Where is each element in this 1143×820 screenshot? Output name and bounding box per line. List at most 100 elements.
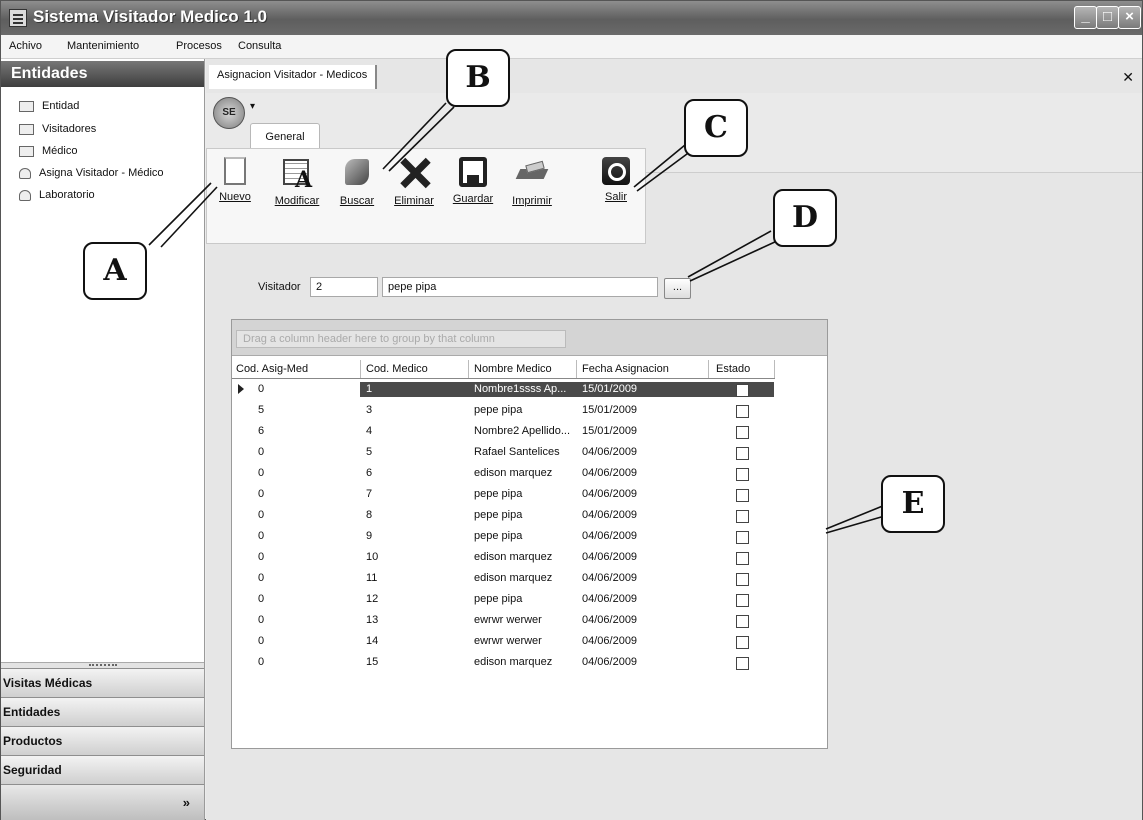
cell-cod-asig-med[interactable]: 0 [258,635,264,647]
cell-cod-asig-med[interactable]: 0 [258,446,264,458]
close-tab-icon[interactable]: ✕ [1122,69,1134,86]
cell-cod-medico[interactable]: 14 [366,635,378,647]
cell-fecha-asignacion[interactable]: 04/06/2009 [582,593,637,605]
sidebar-item-asigna-visitador-medico[interactable]: Asigna Visitador - Médico [19,167,164,185]
estado-checkbox[interactable] [736,384,749,397]
cell-nombre-medico[interactable]: ewrwr werwer [474,614,574,626]
cell-cod-asig-med[interactable]: 0 [258,488,264,500]
cell-cod-medico[interactable]: 5 [366,446,372,458]
cell-fecha-asignacion[interactable]: 04/06/2009 [582,509,637,521]
cell-fecha-asignacion[interactable]: 04/06/2009 [582,551,637,563]
cell-fecha-asignacion[interactable]: 04/06/2009 [582,467,637,479]
estado-checkbox[interactable] [736,657,749,670]
column-header-cod-medico[interactable]: Cod. Medico [366,363,428,375]
eliminar-button[interactable]: Eliminar [391,157,437,217]
cell-nombre-medico[interactable]: ewrwr werwer [474,635,574,647]
cell-cod-asig-med[interactable]: 0 [258,530,264,542]
cell-nombre-medico[interactable]: Nombre2 Apellido... [474,425,574,437]
cell-fecha-asignacion[interactable]: 04/06/2009 [582,635,637,647]
cell-cod-medico[interactable]: 8 [366,509,372,521]
cell-nombre-medico[interactable]: edison marquez [474,572,574,584]
tab-general[interactable]: General [250,123,320,149]
cell-cod-asig-med[interactable]: 0 [258,509,264,521]
estado-checkbox[interactable] [736,615,749,628]
table-row[interactable]: 5 3 pepe pipa 15/01/2009 [232,402,775,420]
cell-cod-medico[interactable]: 11 [366,572,377,584]
sidebar-item-medico[interactable]: Médico [19,145,77,163]
group-entidades[interactable]: Entidades [1,697,204,726]
cell-cod-medico[interactable]: 13 [366,614,378,626]
estado-checkbox[interactable] [736,531,749,544]
cell-nombre-medico[interactable]: pepe pipa [474,593,574,605]
sidebar-item-laboratorio[interactable]: Laboratorio [19,189,95,207]
sidebar-item-entidad[interactable]: Entidad [19,100,79,118]
menu-mantenimiento[interactable]: Mantenimiento [67,40,139,52]
estado-checkbox[interactable] [736,405,749,418]
cell-nombre-medico[interactable]: edison marquez [474,551,574,563]
minimize-button[interactable]: _ [1074,6,1097,29]
cell-cod-medico[interactable]: 9 [366,530,372,542]
cell-cod-medico[interactable]: 6 [366,467,372,479]
cell-fecha-asignacion[interactable]: 04/06/2009 [582,614,637,626]
salir-button[interactable]: Salir [599,157,633,217]
cell-fecha-asignacion[interactable]: 04/06/2009 [582,446,637,458]
visitador-lookup-button[interactable]: ... [664,278,691,299]
cell-fecha-asignacion[interactable]: 04/06/2009 [582,656,637,668]
cell-fecha-asignacion[interactable]: 15/01/2009 [582,425,637,437]
table-row[interactable]: 0 15 edison marquez 04/06/2009 [232,654,775,672]
table-row[interactable]: 0 6 edison marquez 04/06/2009 [232,465,775,483]
group-visitas-medicas[interactable]: Visitas Médicas [1,668,204,697]
table-row[interactable]: 0 1 Nombre1ssss Ap... 15/01/2009 [232,381,775,399]
estado-checkbox[interactable] [736,426,749,439]
cell-cod-medico[interactable]: 7 [366,488,372,500]
visitador-code-field[interactable]: 2 [310,277,378,297]
group-by-panel[interactable]: Drag a column header here to group by th… [232,320,827,356]
cell-cod-medico[interactable]: 3 [366,404,372,416]
cell-nombre-medico[interactable]: edison marquez [474,656,574,668]
cell-cod-asig-med[interactable]: 0 [258,551,264,563]
estado-checkbox[interactable] [736,510,749,523]
cell-nombre-medico[interactable]: Nombre1ssss Ap... [474,383,574,395]
cell-cod-asig-med[interactable]: 0 [258,593,264,605]
table-row[interactable]: 0 5 Rafael Santelices 04/06/2009 [232,444,775,462]
estado-checkbox[interactable] [736,573,749,586]
quick-access-dropdown-icon[interactable]: ▾ [250,101,255,112]
cell-cod-medico[interactable]: 10 [366,551,378,563]
column-header-cod-asig-med[interactable]: Cod. Asig-Med [236,363,308,375]
imprimir-button[interactable]: Imprimir [507,157,557,217]
cell-nombre-medico[interactable]: pepe pipa [474,488,574,500]
cell-cod-asig-med[interactable]: 0 [258,572,264,584]
estado-checkbox[interactable] [736,489,749,502]
cell-fecha-asignacion[interactable]: 04/06/2009 [582,572,637,584]
cell-nombre-medico[interactable]: pepe pipa [474,509,574,521]
table-row[interactable]: 0 9 pepe pipa 04/06/2009 [232,528,775,546]
estado-checkbox[interactable] [736,447,749,460]
column-header-estado[interactable]: Estado [716,363,750,375]
table-row[interactable]: 0 12 pepe pipa 04/06/2009 [232,591,775,609]
nuevo-button[interactable]: Nuevo [213,157,257,217]
modificar-button[interactable]: Modificar [269,157,325,217]
cell-cod-asig-med[interactable]: 6 [258,425,264,437]
table-row[interactable]: 0 13 ewrwr werwer 04/06/2009 [232,612,775,630]
estado-checkbox[interactable] [736,552,749,565]
table-row[interactable]: 0 7 pepe pipa 04/06/2009 [232,486,775,504]
table-row[interactable]: 6 4 Nombre2 Apellido... 15/01/2009 [232,423,775,441]
cell-nombre-medico[interactable]: pepe pipa [474,404,574,416]
menu-archivo[interactable]: Achivo [9,40,42,52]
group-productos[interactable]: Productos [1,726,204,755]
menu-procesos[interactable]: Procesos [176,40,222,52]
cell-nombre-medico[interactable]: edison marquez [474,467,574,479]
cell-cod-asig-med[interactable]: 0 [258,614,264,626]
table-row[interactable]: 0 11 edison marquez 04/06/2009 [232,570,775,588]
tab-asignacion-visitador-medicos[interactable]: Asignacion Visitador - Medicos [209,65,378,89]
estado-checkbox[interactable] [736,468,749,481]
visitador-name-field[interactable]: pepe pipa [382,277,658,297]
app-menu-orb[interactable]: SE [213,97,245,129]
estado-checkbox[interactable] [736,636,749,649]
cell-cod-medico[interactable]: 15 [366,656,378,668]
column-header-nombre-medico[interactable]: Nombre Medico [474,363,552,375]
chevron-down-icon[interactable]: » [183,795,190,810]
close-window-button[interactable]: × [1118,6,1141,29]
table-row[interactable]: 0 8 pepe pipa 04/06/2009 [232,507,775,525]
group-seguridad[interactable]: Seguridad [1,755,204,784]
